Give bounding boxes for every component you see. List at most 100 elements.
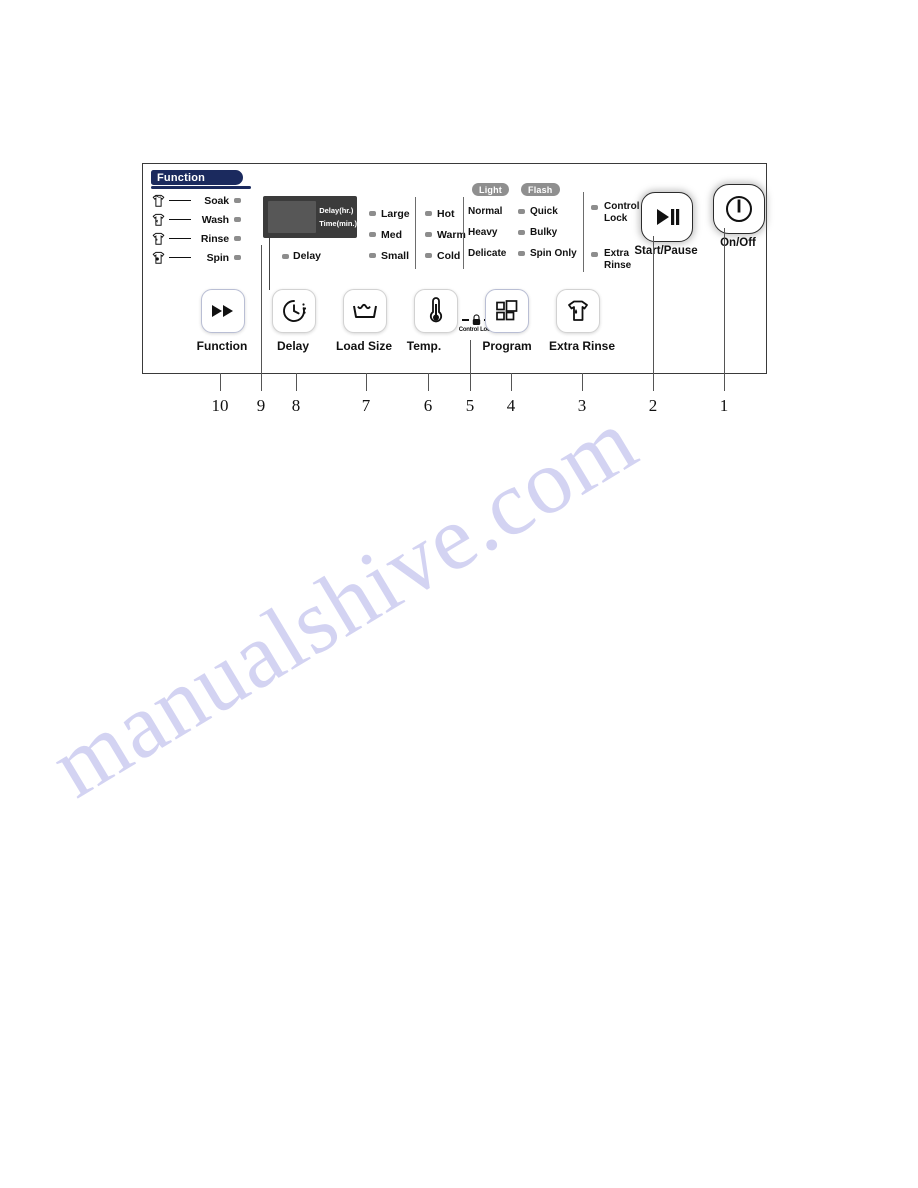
function-tab-label: Function — [157, 171, 206, 184]
function-group: Function Soak Wash Rinse Spin — [151, 170, 255, 267]
callout-number-6: 6 — [423, 396, 433, 415]
wash-basin-icon — [353, 303, 377, 318]
callout-number-4: 4 — [506, 396, 516, 415]
lcd-leader-stem — [269, 238, 271, 290]
dash-left — [461, 319, 469, 321]
program-row: Delicate Spin Only — [468, 243, 578, 264]
grid-squares-icon — [496, 300, 518, 321]
load-size-indicator-group: Large Med Small — [369, 203, 410, 266]
function-row-led — [234, 198, 241, 203]
function-row-led — [234, 255, 241, 260]
lcd-label-delay: Delay(hr.) — [319, 206, 354, 215]
shirt-drip-icon — [568, 300, 588, 321]
display-group: Delay(hr.) Time(min.) Delay — [263, 196, 357, 290]
function-row-led — [234, 217, 241, 222]
program-led — [518, 251, 525, 256]
function-row-label: Rinse — [200, 232, 229, 245]
callout-number-2: 2 — [648, 396, 658, 415]
program-led — [518, 230, 525, 235]
function-row-soak: Soak — [151, 191, 255, 210]
fast-forward-icon — [212, 305, 233, 317]
temperature-led — [425, 253, 432, 258]
temperature-led — [425, 232, 432, 237]
function-row-led — [234, 236, 241, 241]
delay-led — [282, 253, 289, 259]
load-size-led — [369, 232, 376, 237]
delay-led-label: Delay — [293, 250, 322, 262]
temperature-button[interactable] — [414, 289, 458, 333]
program-row: Heavy Bulky — [468, 222, 578, 243]
function-leader-dash — [169, 199, 191, 202]
function-row-spin: Spin — [151, 248, 255, 267]
callout-number-10: 10 — [211, 396, 229, 415]
program-label-left: Normal — [468, 206, 503, 217]
program-pill-row: Light Flash — [472, 183, 578, 196]
lcd-labels: Delay(hr.) Time(min.) — [319, 204, 357, 230]
load-size-button[interactable] — [343, 289, 387, 333]
delay-button[interactable] — [272, 289, 316, 333]
shirt-soak-icon — [152, 194, 165, 207]
program-pill-flash: Flash — [521, 183, 560, 196]
callout-number-1: 1 — [719, 396, 729, 415]
callout-leader — [366, 373, 367, 391]
function-tab-underline — [151, 186, 251, 189]
temperature-label: Warm — [437, 228, 466, 241]
callout-leader — [511, 373, 512, 391]
lcd-screen — [268, 201, 317, 233]
program-indicator-group: Light Flash Normal Quick Heavy Bulky Del… — [468, 183, 578, 264]
extra-rinse-button-label: Extra Rinse — [548, 339, 616, 353]
callout-number-5: 5 — [465, 396, 475, 415]
control-lock-line1: Control — [604, 201, 640, 212]
program-label-left: Delicate — [468, 248, 507, 259]
watermark: manualshive.com — [34, 389, 840, 850]
temperature-led — [425, 211, 432, 216]
temperature-indicator-group: Hot Warm Cold — [425, 203, 466, 266]
extra-rinse-led — [591, 252, 598, 257]
callout-number-8: 8 — [291, 396, 301, 415]
function-tab: Function — [151, 170, 243, 185]
callout-number-3: 3 — [577, 396, 587, 415]
divider — [463, 197, 465, 269]
temperature-option: Hot — [425, 203, 466, 224]
on-off-button[interactable] — [713, 184, 765, 234]
load-size-led — [369, 253, 376, 258]
watermark-text: manualshive.com — [33, 388, 654, 817]
load-size-option: Med — [369, 224, 410, 245]
program-led — [518, 209, 525, 214]
function-leader-dash — [169, 237, 191, 240]
on-off-label: On/Off — [720, 237, 756, 249]
temperature-label: Hot — [437, 207, 455, 220]
function-leader-dash — [169, 256, 191, 259]
load-size-option: Small — [369, 245, 410, 266]
padlock-icon — [472, 314, 480, 325]
callout-number-7: 7 — [361, 396, 371, 415]
function-row-rinse: Rinse — [151, 229, 255, 248]
extra-rinse-line2: Rinse — [604, 259, 632, 271]
callout-number-9: 9 — [256, 396, 266, 415]
control-lock-led — [591, 205, 598, 210]
callout-leader — [220, 373, 221, 391]
program-rows: Normal Quick Heavy Bulky Delicate Spin O… — [468, 201, 578, 264]
shirt-spin-icon — [152, 251, 165, 264]
shirt-rinse-icon — [152, 232, 165, 245]
start-pause-button[interactable] — [641, 192, 693, 242]
control-panel-diagram: Function Soak Wash Rinse Spin Delay(hr.)… — [142, 163, 767, 374]
function-leader-dash — [169, 218, 191, 221]
program-label-right: Quick — [530, 206, 558, 217]
power-icon — [726, 196, 752, 222]
program-button[interactable] — [485, 289, 529, 333]
extra-rinse-button[interactable] — [556, 289, 600, 333]
extra-rinse-line1: Extra — [604, 248, 630, 259]
function-button[interactable] — [201, 289, 245, 333]
temperature-button-label: Temp. — [406, 339, 442, 353]
program-label-right: Spin Only — [530, 248, 577, 259]
callout-leader — [296, 373, 297, 391]
function-row-wash: Wash — [151, 210, 255, 229]
divider — [415, 197, 417, 269]
function-row-label: Wash — [201, 213, 229, 226]
load-size-label: Med — [381, 228, 402, 241]
divider — [583, 192, 585, 272]
function-row-label: Soak — [204, 194, 229, 207]
temperature-option: Cold — [425, 245, 466, 266]
control-lock-indicator-label: Control Lock — [604, 201, 640, 224]
